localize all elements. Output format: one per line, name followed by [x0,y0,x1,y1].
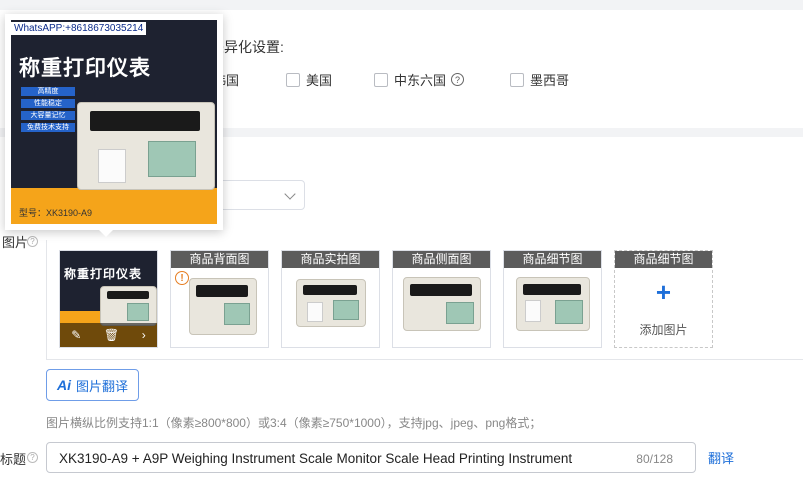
product-device [77,102,215,190]
image-slot-detail[interactable]: 商品细节图 [503,250,602,348]
whatsapp-watermark: WhatsAPP:+8618673035214 [11,22,147,35]
slot-title: 商品细节图 [504,251,601,268]
title-input[interactable]: XK3190-A9 + A9P Weighing Instrument Scal… [46,442,696,473]
image-slot-side[interactable]: 商品侧面图 [392,250,491,348]
image-slot-add[interactable]: 商品细节图 + 添加图片 [614,250,713,348]
product-image [516,277,590,331]
slot-title: 商品细节图 [615,251,712,268]
chevron-right-icon[interactable]: › [142,328,146,342]
slot-title: 商品侧面图 [393,251,490,268]
slot-title: 商品实拍图 [282,251,379,268]
region-option-middle-east[interactable]: 中东六国 ? [374,70,465,89]
plus-icon[interactable]: + [615,279,712,305]
preview-image: WhatsAPP:+8618673035214 称重打印仪表 高精度 性能稳定 … [11,20,217,224]
images-label: 图片 [2,235,29,250]
region-option-usa[interactable]: 美国 [286,70,332,89]
title-translate-link[interactable]: 翻译 [708,448,734,467]
checkbox[interactable] [286,72,300,87]
warning-circle-icon[interactable]: ! [175,271,189,285]
image-slot-real[interactable]: 商品实拍图 [281,250,380,348]
region-label: 中东六国 [394,73,447,88]
question-circle-icon[interactable]: ? [27,452,38,463]
trash-icon[interactable]: 🗑 [104,328,119,342]
preview-headline: 称重打印仪表 [19,57,151,80]
image-actions: ✎ 🗑 › [60,323,157,347]
chevron-down-icon [284,188,296,200]
question-circle-icon[interactable]: ? [451,73,465,86]
slot-title: 商品背面图 [171,251,268,268]
image-slot-back[interactable]: 商品背面图 ! [170,250,269,348]
ai-icon: Ai [56,377,71,393]
question-circle-icon[interactable]: ? [27,236,38,247]
product-image [296,279,366,327]
title-label: 标题 [0,452,27,467]
add-image-label: 添加图片 [639,323,688,337]
product-image [403,277,481,331]
edit-icon[interactable]: ✎ [71,328,81,342]
preview-model: 型号：XK3190-A9 [19,208,93,218]
product-image [189,278,257,335]
title-char-count: 80/128 [636,452,673,466]
region-label: 美国 [306,73,333,88]
image-preview-popover: WhatsAPP:+8618673035214 称重打印仪表 高精度 性能稳定 … [5,14,223,230]
checkbox[interactable] [510,72,524,87]
image-translate-label: 图片翻译 [75,378,128,394]
image-slot-main[interactable]: 称重打印仪表 ✎ 🗑 › [59,250,158,348]
checkbox[interactable] [374,72,388,87]
image-format-hint: 图片横纵比例支持1:1（像素≥800*800）或3:4（像素≥750*1000）… [46,416,542,430]
region-option-mexico[interactable]: 墨西哥 [510,70,569,89]
image-translate-button[interactable]: Ai 图片翻译 [46,369,139,401]
region-label: 墨西哥 [530,73,570,88]
title-value: XK3190-A9 + A9P Weighing Instrument Scal… [59,451,573,466]
popover-arrow [97,228,115,237]
